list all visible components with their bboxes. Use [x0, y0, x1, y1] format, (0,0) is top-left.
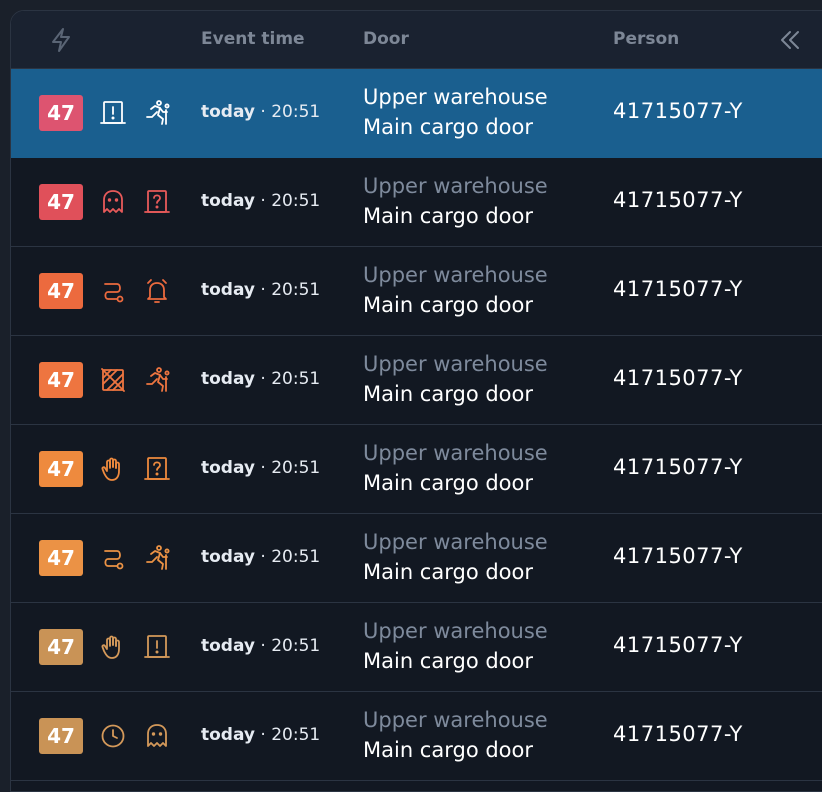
lightning-icon[interactable] — [49, 27, 73, 53]
door-name: Main cargo door — [363, 115, 533, 139]
alarm-bell-icon — [144, 278, 170, 304]
event-clock: · 20:51 — [255, 636, 321, 656]
table-row[interactable]: 47 today · 20:51 Upper warehouse Main cargo… — [11, 158, 822, 247]
event-time: today · 20:51 — [201, 547, 320, 567]
count-badge: 47 — [39, 95, 83, 131]
event-time: today · 20:51 — [201, 191, 320, 211]
event-day: today — [201, 547, 256, 567]
table-row[interactable]: 47 today · 20:51 Upper warehouse Main cargo… — [11, 514, 822, 603]
door-area: Upper warehouse — [363, 441, 548, 465]
door-name: Main cargo door — [363, 649, 533, 673]
path-icon — [100, 278, 126, 304]
running-person-icon — [144, 545, 170, 571]
running-person-icon — [144, 367, 170, 393]
person-id: 41715077-Y — [613, 188, 743, 212]
event-clock: · 20:51 — [255, 102, 321, 122]
event-time: today · 20:51 — [201, 102, 320, 122]
event-day: today — [201, 458, 256, 478]
door-name: Main cargo door — [363, 471, 533, 495]
door-name: Main cargo door — [363, 204, 533, 228]
person-id: 41715077-Y — [613, 544, 743, 568]
double-chevron-left-icon[interactable] — [777, 27, 803, 53]
event-day: today — [201, 191, 256, 211]
count-badge: 47 — [39, 629, 83, 665]
event-clock: · 20:51 — [255, 458, 321, 478]
person-id: 41715077-Y — [613, 633, 743, 657]
count-badge: 47 — [39, 451, 83, 487]
count-badge: 47 — [39, 273, 83, 309]
event-time: today · 20:51 — [201, 458, 320, 478]
door-area: Upper warehouse — [363, 352, 548, 376]
door-area: Upper warehouse — [363, 619, 548, 643]
door-name: Main cargo door — [363, 382, 533, 406]
event-time: today · 20:51 — [201, 280, 320, 300]
table-header: Event time Door Person — [11, 11, 822, 69]
table-row[interactable]: 47 today · 20:51 Upper warehouse Main cargo… — [11, 247, 822, 336]
door-area: Upper warehouse — [363, 174, 548, 198]
running-person-icon — [144, 100, 170, 126]
clock-icon — [100, 723, 126, 749]
path-icon — [100, 545, 126, 571]
count-badge: 47 — [39, 362, 83, 398]
door-name: Main cargo door — [363, 560, 533, 584]
door-question-icon — [144, 189, 170, 215]
door-area: Upper warehouse — [363, 263, 548, 287]
table-row[interactable]: 47 today · 20:51 Upper warehouse Main cargo… — [11, 425, 822, 514]
door-question-icon — [144, 456, 170, 482]
table-row[interactable]: 47 today · 20:51 Upper warehouse Main cargo… — [11, 69, 822, 158]
column-header-event-time[interactable]: Event time — [201, 11, 305, 68]
events-table: Event time Door Person 47 today · 20:51 Up… — [10, 10, 822, 792]
event-time: today · 20:51 — [201, 369, 320, 389]
event-clock: · 20:51 — [255, 280, 321, 300]
ghost-icon — [144, 723, 170, 749]
door-alert-icon — [100, 100, 126, 126]
tamper-icon — [100, 367, 126, 393]
table-row[interactable]: 47 today · 20:51 Upper warehouse Main cargo… — [11, 692, 822, 781]
event-clock: · 20:51 — [255, 725, 321, 745]
door-area: Upper warehouse — [363, 85, 548, 109]
table-row[interactable]: 47 today · 20:51 Upper warehouse Main cargo… — [11, 336, 822, 425]
door-area: Upper warehouse — [363, 530, 548, 554]
ghost-icon — [100, 189, 126, 215]
event-clock: · 20:51 — [255, 369, 321, 389]
person-id: 41715077-Y — [613, 366, 743, 390]
door-area: Upper warehouse — [363, 708, 548, 732]
count-badge: 47 — [39, 718, 83, 754]
person-id: 41715077-Y — [613, 455, 743, 479]
door-name: Main cargo door — [363, 738, 533, 762]
person-id: 41715077-Y — [613, 722, 743, 746]
door-alert-icon — [144, 634, 170, 660]
person-id: 41715077-Y — [613, 277, 743, 301]
event-time: today · 20:51 — [201, 636, 320, 656]
count-badge: 47 — [39, 184, 83, 220]
person-id: 41715077-Y — [613, 99, 743, 123]
door-name: Main cargo door — [363, 293, 533, 317]
event-day: today — [201, 636, 256, 656]
event-day: today — [201, 369, 256, 389]
event-clock: · 20:51 — [255, 547, 321, 567]
event-time: today · 20:51 — [201, 725, 320, 745]
event-clock: · 20:51 — [255, 191, 321, 211]
count-badge: 47 — [39, 540, 83, 576]
table-body: 47 today · 20:51 Upper warehouse Main cargo… — [11, 69, 822, 781]
event-day: today — [201, 280, 256, 300]
table-row[interactable]: 47 today · 20:51 Upper warehouse Main cargo… — [11, 603, 822, 692]
hand-stop-icon — [100, 456, 126, 482]
hand-stop-icon — [100, 634, 126, 660]
event-day: today — [201, 725, 256, 745]
column-header-person[interactable]: Person — [613, 11, 679, 68]
event-day: today — [201, 102, 256, 122]
column-header-door[interactable]: Door — [363, 11, 409, 68]
